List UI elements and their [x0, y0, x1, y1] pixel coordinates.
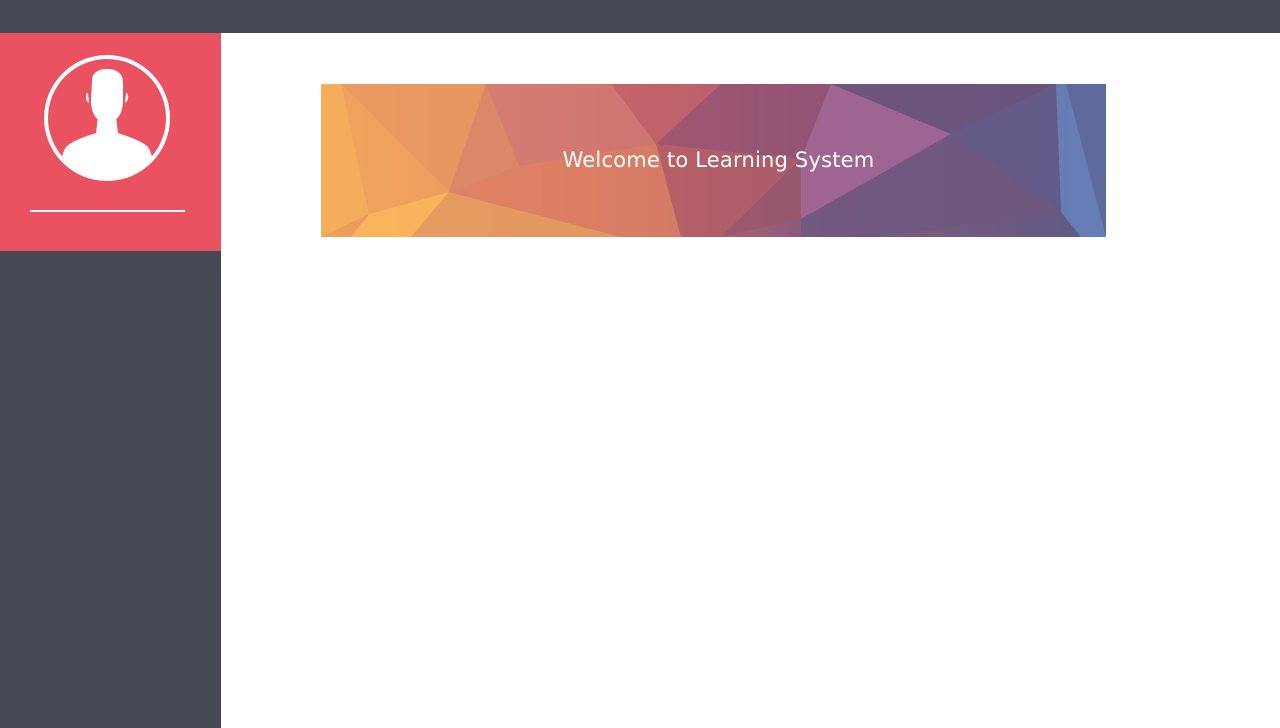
avatar[interactable]	[42, 53, 172, 183]
user-silhouette-icon	[44, 55, 170, 181]
banner-title: Welcome to Learning System	[562, 147, 875, 172]
top-bar	[0, 0, 1280, 33]
profile-divider	[30, 210, 185, 212]
welcome-banner: Welcome to Learning System	[321, 84, 1106, 237]
sidebar	[0, 33, 221, 728]
profile-panel	[0, 33, 221, 251]
main-content: Welcome to Learning System	[221, 33, 1280, 728]
